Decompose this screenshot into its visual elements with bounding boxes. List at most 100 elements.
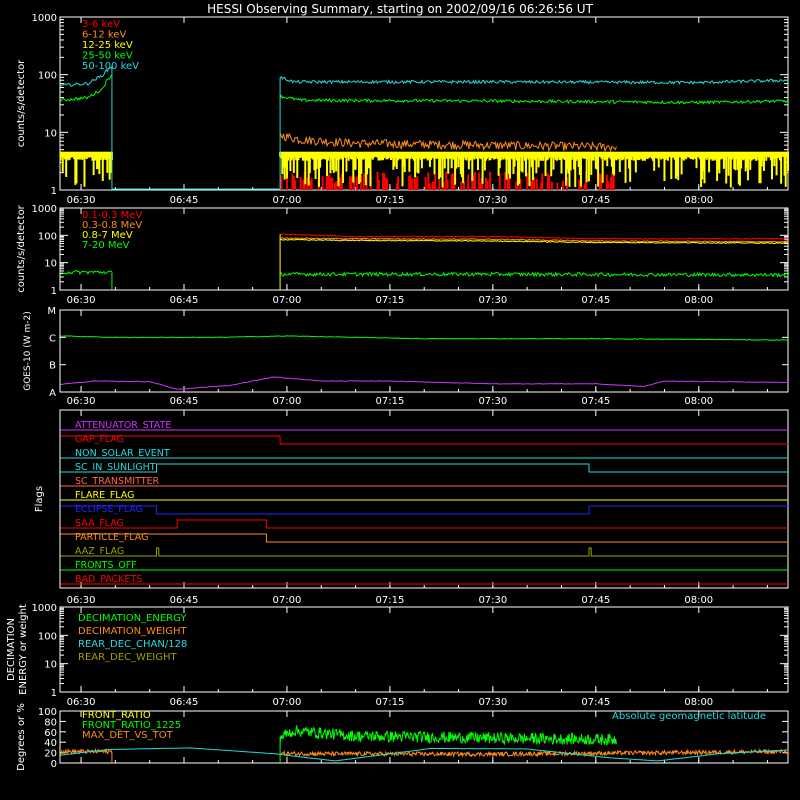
x-tick-label: 06:30 <box>67 396 96 407</box>
x-tick-label: 07:00 <box>273 697 302 708</box>
x-tick-label: 06:45 <box>170 295 199 306</box>
legend-entry: 25-50 keV <box>82 51 133 62</box>
page-title: HESSI Observing Summary, starting on 200… <box>207 2 593 16</box>
x-tick-label: 07:45 <box>581 595 610 606</box>
y-tick-label: 10 <box>44 128 57 139</box>
x-tick-label: 07:00 <box>273 295 302 306</box>
y-tick-label: 100 <box>38 707 57 718</box>
y-axis-label-line2: ENERGY or weight <box>18 604 29 695</box>
flag-non-solar-event: NON_SOLAR_EVENT <box>60 448 788 459</box>
x-tick-label: 06:30 <box>67 697 96 708</box>
x-tick-label: 07:45 <box>581 295 610 306</box>
y-tick-label: 10 <box>44 660 57 671</box>
flag-attenuator-state: ATTENUATOR_STATE <box>60 420 788 431</box>
legend-entry: REAR_DEC_CHAN/128 <box>78 639 187 650</box>
flag-label: SAA_FLAG <box>75 518 124 529</box>
x-tick-label: 07:15 <box>375 697 404 708</box>
x-tick-label: 07:30 <box>478 595 507 606</box>
data-line <box>279 271 789 278</box>
y-axis-label-line1: DECIMATION <box>6 618 17 681</box>
y-tick-label: 10 <box>44 259 57 270</box>
flag-bad-packets: BAD_PACKETS <box>60 574 788 585</box>
y-tick-label: 40 <box>44 738 57 749</box>
legend-entry: 50-100 keV <box>82 61 139 72</box>
data-line <box>60 270 113 276</box>
annotation-geomagnetic-latitude: Absolute geomagnetic latitude <box>612 711 766 722</box>
x-tick-label: 07:15 <box>375 595 404 606</box>
series-50-100-kev <box>60 66 789 87</box>
y-axis-label: Flags <box>34 486 45 512</box>
data-line <box>279 132 617 153</box>
y-tick-label: B <box>49 361 56 372</box>
flag-aaz-flag: AAZ_FLAG <box>60 546 788 557</box>
flag-line <box>60 533 788 543</box>
y-tick-label: 1 <box>51 286 57 297</box>
x-tick-label: 08:00 <box>684 396 713 407</box>
x-tick-label: 07:30 <box>478 195 507 206</box>
series-6-12-kev <box>279 132 617 153</box>
series-12-25-kev <box>59 151 789 188</box>
flag-eclipse-flag: ECLIPSE_FLAG <box>60 504 788 515</box>
x-tick-label: 07:00 <box>273 595 302 606</box>
series-front-ratio-1225 <box>279 725 617 746</box>
y-axis-label: Degrees or % <box>16 703 27 771</box>
y-tick-label: 80 <box>44 717 57 728</box>
flag-label: ECLIPSE_FLAG <box>75 504 143 515</box>
x-tick-label: 08:00 <box>684 195 713 206</box>
x-tick-label: 07:30 <box>478 396 507 407</box>
data-line <box>279 748 789 759</box>
x-tick-label: 07:30 <box>478 697 507 708</box>
y-tick-label: 1000 <box>32 13 57 24</box>
flag-sc-transmitter: SC_TRANSMITTER <box>60 476 788 487</box>
flag-gap-flag: GAP_FLAG <box>60 434 788 445</box>
x-tick-label: 07:00 <box>273 396 302 407</box>
multi-panel-chart: HESSI Observing Summary, starting on 200… <box>6 2 789 771</box>
observing-summary-figure: HESSI Observing Summary, starting on 200… <box>0 0 800 800</box>
flag-label: BAD_PACKETS <box>75 574 142 585</box>
y-tick-label: A <box>49 388 56 399</box>
flag-flare-flag: FLARE_FLAG <box>60 490 788 501</box>
x-tick-label: 07:45 <box>581 396 610 407</box>
panel-frame <box>59 207 789 291</box>
x-tick-label: 07:15 <box>375 195 404 206</box>
y-tick-label: 1 <box>51 688 57 699</box>
x-tick-label: 06:30 <box>67 195 96 206</box>
x-tick-label: 06:45 <box>170 195 199 206</box>
y-tick-label: 100 <box>38 631 57 642</box>
x-tick-label: 07:30 <box>478 295 507 306</box>
y-tick-label: 60 <box>44 728 57 739</box>
series-3-6-kev <box>280 171 615 190</box>
series-goes-short <box>60 376 789 390</box>
legend-entry: 6-12 keV <box>82 30 126 41</box>
flag-line <box>60 505 788 515</box>
x-tick-label: 07:45 <box>581 697 610 708</box>
panel-frame <box>59 309 789 393</box>
data-line <box>279 75 789 86</box>
x-tick-label: 06:45 <box>170 595 199 606</box>
y-tick-label: 1000 <box>32 603 57 614</box>
flag-line <box>60 463 788 473</box>
x-tick-label: 06:45 <box>170 396 199 407</box>
flag-label: ATTENUATOR_STATE <box>75 420 171 431</box>
x-tick-label: 07:00 <box>273 195 302 206</box>
x-tick-label: 07:15 <box>375 295 404 306</box>
legend-entry: 3-6 keV <box>82 19 120 30</box>
y-axis-label: GOES-10 (W m-2) <box>23 311 33 391</box>
flag-label: GAP_FLAG <box>75 434 124 445</box>
legend-entry: 7-20 MeV <box>82 240 130 251</box>
x-tick-label: 06:30 <box>67 295 96 306</box>
series-25-50-kev <box>60 74 789 105</box>
y-tick-label: 1000 <box>32 204 57 215</box>
flag-fronts-off: FRONTS_OFF <box>60 560 788 571</box>
y-tick-label: C <box>49 333 56 344</box>
flag-label: SC_TRANSMITTER <box>75 476 160 487</box>
flag-label: AAZ_FLAG <box>75 546 124 557</box>
y-tick-label: 1 <box>51 186 57 197</box>
legend-entry: 12-25 keV <box>82 40 133 51</box>
series-goes-long <box>60 335 789 341</box>
data-line <box>279 94 789 105</box>
flag-line <box>60 435 788 445</box>
flag-label: FRONTS_OFF <box>75 560 137 571</box>
legend-entry: REAR_DEC_WEIGHT <box>78 652 177 663</box>
flag-particle-flag: PARTICLE_FLAG <box>60 532 788 543</box>
